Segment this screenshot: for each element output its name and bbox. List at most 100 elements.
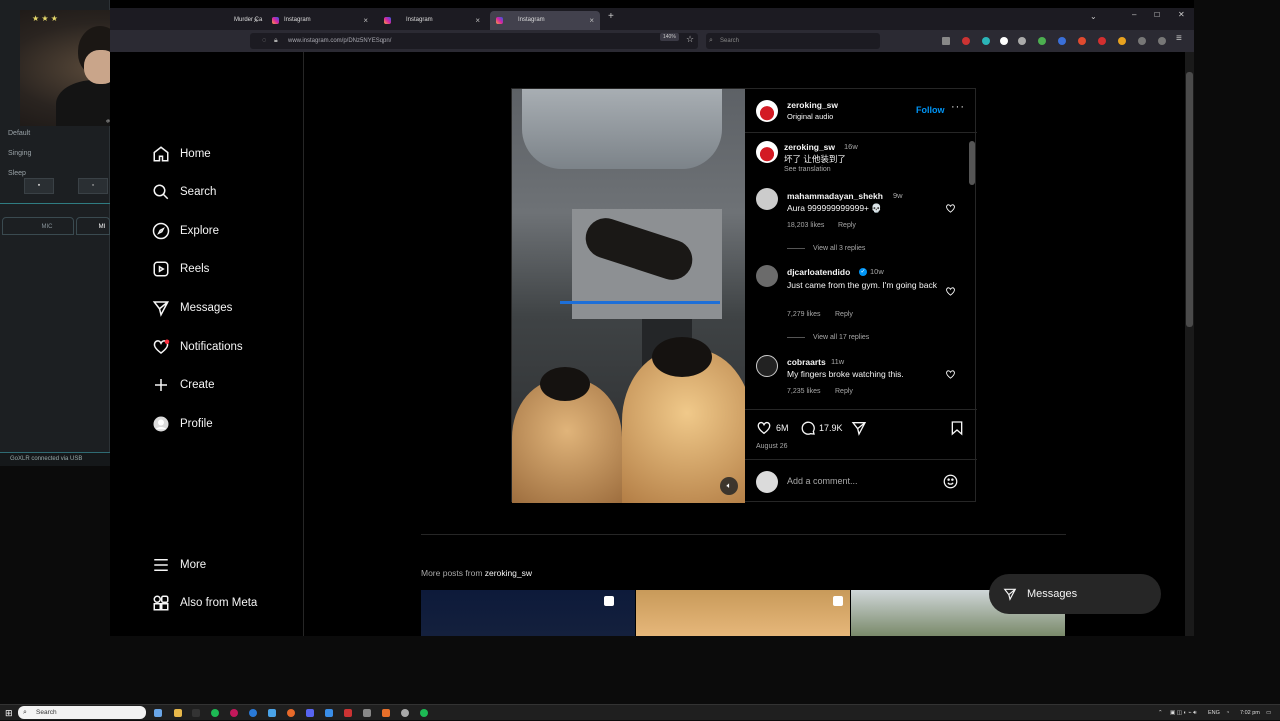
avatar[interactable]	[756, 188, 778, 210]
sidebar-item-profile[interactable]: Profile	[152, 412, 213, 436]
sidebar-item-create[interactable]: Create	[152, 373, 215, 397]
sidebar-item-search[interactable]: Search	[152, 180, 216, 204]
like-comment-icon[interactable]	[945, 203, 956, 214]
app-icon[interactable]	[363, 709, 371, 717]
comment-username[interactable]: mahammadayan_shekh	[787, 191, 883, 201]
sidebar-item-notifications[interactable]: Notifications	[152, 335, 243, 359]
close-icon[interactable]: ×	[253, 11, 258, 30]
app-icon[interactable]	[192, 709, 200, 717]
save-icon-button[interactable]: ▪	[24, 178, 54, 194]
comment-input[interactable]: Add a comment...	[787, 476, 858, 486]
comment-count[interactable]: 17.9K	[819, 423, 843, 433]
comment-icon[interactable]	[800, 420, 816, 436]
tab-instagram-1[interactable]: Instagram ×	[266, 11, 374, 30]
tab-list-icon[interactable]: ⌄	[1090, 12, 1097, 21]
obs-icon[interactable]	[401, 709, 409, 717]
app-icon[interactable]	[325, 709, 333, 717]
bookmark-star-icon[interactable]: ☆	[686, 34, 694, 45]
tab-instagram-2[interactable]: Instagram ×	[378, 11, 486, 30]
comment-likes[interactable]: 18,203 likes	[787, 222, 824, 229]
search-field[interactable]: ⌕ Search	[706, 33, 880, 49]
preset-sleep[interactable]: Sleep	[8, 170, 26, 177]
shield-icon[interactable]: ◌	[262, 33, 266, 49]
like-count[interactable]: 6M	[776, 423, 789, 433]
bookmark-icon[interactable]	[949, 420, 965, 436]
caption-username[interactable]: zeroking_sw	[784, 142, 835, 152]
comment-username[interactable]: cobraarts	[787, 357, 826, 367]
avatar[interactable]	[756, 355, 778, 377]
comment-likes[interactable]: 7,279 likes	[787, 311, 820, 318]
close-icon[interactable]: ×	[589, 11, 594, 30]
page-scrollbar[interactable]	[1185, 52, 1194, 636]
windows-start-icon[interactable]: ⊞	[5, 708, 13, 719]
app-icon[interactable]	[154, 709, 162, 717]
file-explorer-icon[interactable]	[174, 709, 182, 717]
extension-icon[interactable]	[1098, 37, 1106, 45]
app-icon[interactable]	[344, 709, 352, 717]
file-icon-button[interactable]: ▫	[78, 178, 108, 194]
notification-icon[interactable]: ▭	[1266, 705, 1271, 721]
like-comment-icon[interactable]	[945, 369, 956, 380]
extensions-puzzle-icon[interactable]	[1138, 37, 1146, 45]
sidebar-item-home[interactable]: Home	[152, 142, 211, 166]
zoom-level[interactable]: 140%	[660, 33, 679, 41]
app-icon[interactable]	[306, 709, 314, 717]
lock-icon[interactable]: 🔒︎	[274, 33, 278, 49]
tray-icons[interactable]: ▣ ◫ ◐ ⌁ 🔊︎	[1170, 705, 1197, 721]
post-date[interactable]: August 26	[756, 443, 788, 450]
sound-icon[interactable]: 🔈︎	[720, 477, 738, 495]
more-posts-user[interactable]: zeroking_sw	[485, 568, 532, 578]
reel-video[interactable]: 🔈︎	[512, 89, 745, 503]
app-icon[interactable]	[230, 709, 238, 717]
firefox-icon[interactable]	[287, 709, 295, 717]
menu-icon[interactable]: ≡	[1176, 33, 1182, 44]
minimize-icon[interactable]: –	[1132, 10, 1136, 19]
more-options-icon[interactable]: ···	[951, 101, 965, 113]
tab-mi[interactable]: MI	[76, 217, 110, 235]
reply-button[interactable]: Reply	[835, 388, 853, 395]
post-thumbnail[interactable]	[421, 590, 635, 636]
tab-mic[interactable]: MIC	[2, 217, 74, 235]
sidebar-item-meta[interactable]: Also from Meta	[152, 591, 257, 615]
like-comment-icon[interactable]	[945, 286, 956, 297]
like-icon[interactable]	[756, 420, 772, 436]
taskbar-search[interactable]: ⌕ Search	[18, 706, 146, 719]
reply-button[interactable]: Reply	[835, 311, 853, 318]
view-replies-link[interactable]: View all 17 replies	[787, 334, 869, 341]
comment-likes[interactable]: 7,235 likes	[787, 388, 820, 395]
audio-label[interactable]: Original audio	[787, 112, 833, 121]
preset-default[interactable]: Default	[8, 130, 30, 137]
library-icon[interactable]	[942, 37, 950, 45]
tray-chevron-icon[interactable]: ⌃	[1158, 705, 1163, 721]
extension-icon[interactable]	[982, 37, 990, 45]
close-icon[interactable]: ×	[475, 11, 480, 30]
extension-icon[interactable]	[1018, 37, 1026, 45]
new-tab-button[interactable]: +	[608, 11, 614, 22]
extension-icon[interactable]	[1038, 37, 1046, 45]
app-icon[interactable]	[382, 709, 390, 717]
post-thumbnail[interactable]	[636, 590, 850, 636]
avatar[interactable]	[756, 265, 778, 287]
extension-icon[interactable]	[1058, 37, 1066, 45]
spotify-icon[interactable]	[211, 709, 219, 717]
tab-murder[interactable]: Murder Ca ×	[216, 11, 264, 30]
language-indicator[interactable]: ENG	[1208, 705, 1220, 721]
sidebar-item-more[interactable]: More	[152, 553, 206, 577]
post-username[interactable]: zeroking_sw	[787, 100, 838, 110]
follow-button[interactable]: Follow	[916, 105, 945, 115]
app-icon[interactable]	[420, 709, 428, 717]
preset-singing[interactable]: Singing	[8, 150, 31, 157]
see-translation-link[interactable]: See translation	[784, 166, 831, 173]
speaker-icon[interactable]	[1158, 37, 1166, 45]
app-icon[interactable]	[249, 709, 257, 717]
maximize-icon[interactable]: ☐	[1154, 11, 1160, 19]
messages-button[interactable]: Messages	[989, 574, 1161, 614]
emoji-icon[interactable]	[943, 474, 958, 489]
view-replies-link[interactable]: View all 3 replies	[787, 245, 865, 252]
extension-icon[interactable]	[962, 37, 970, 45]
sidebar-item-messages[interactable]: Messages	[152, 296, 232, 320]
sidebar-item-explore[interactable]: Explore	[152, 219, 219, 243]
share-icon[interactable]	[851, 420, 867, 436]
avatar[interactable]	[756, 141, 778, 163]
comments-scrollbar[interactable]	[969, 137, 975, 409]
